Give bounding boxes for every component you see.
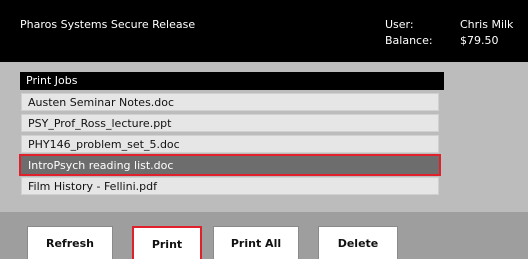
- action-toolbar: Refresh Print Print All Delete: [0, 212, 528, 259]
- job-row-phy146-problem-set[interactable]: PHY146_problem_set_5.doc: [21, 135, 439, 153]
- refresh-button[interactable]: Refresh: [27, 226, 113, 259]
- print-jobs-header: Print Jobs: [20, 72, 444, 90]
- balance-value: $79.50: [460, 34, 499, 47]
- print-jobs-list: Print Jobs Austen Seminar Notes.doc PSY_…: [19, 72, 444, 198]
- job-row-film-history-fellini[interactable]: Film History - Fellini.pdf: [21, 177, 439, 195]
- job-row-austen-seminar-notes[interactable]: Austen Seminar Notes.doc: [21, 93, 439, 111]
- delete-button[interactable]: Delete: [318, 226, 398, 259]
- print-all-button[interactable]: Print All: [213, 226, 299, 259]
- system-name: Pharos Systems Secure Release: [20, 18, 196, 31]
- release-station-screen: Pharos Systems Secure Release User: Bala…: [0, 0, 528, 259]
- header-bar: Pharos Systems Secure Release User: Bala…: [0, 0, 528, 62]
- user-label: User:: [385, 18, 414, 31]
- balance-label: Balance:: [385, 34, 433, 47]
- print-button[interactable]: Print: [132, 226, 202, 259]
- job-row-intropsych-reading-list[interactable]: IntroPsych reading list.doc: [19, 154, 441, 176]
- job-row-psy-prof-ross-lecture[interactable]: PSY_Prof_Ross_lecture.ppt: [21, 114, 439, 132]
- user-value: Chris Milk: [460, 18, 514, 31]
